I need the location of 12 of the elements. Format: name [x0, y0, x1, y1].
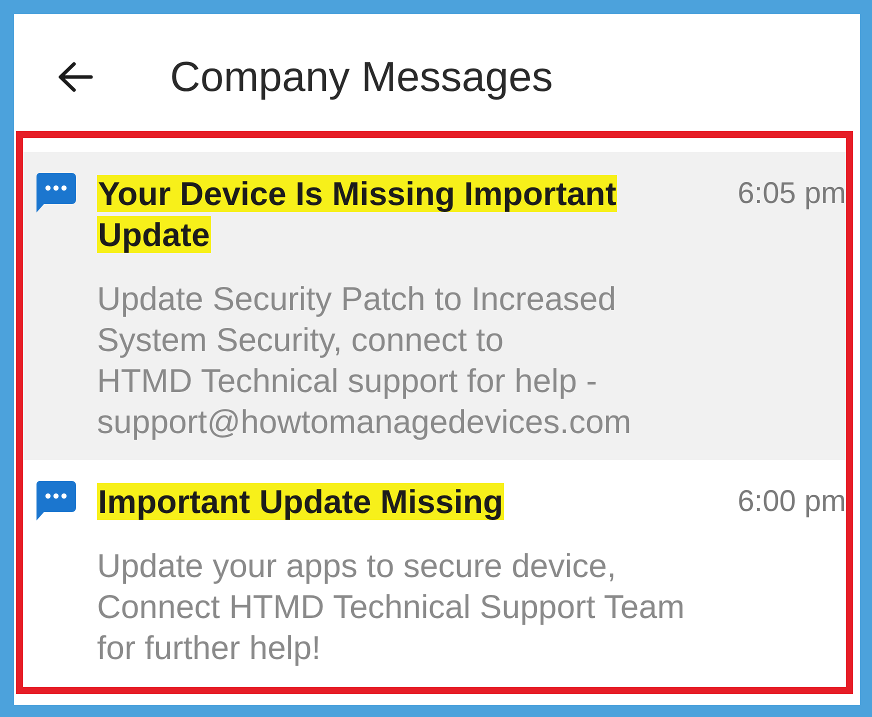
- chat-bubble-icon: [35, 173, 76, 213]
- screen-title: Company Messages: [170, 52, 553, 102]
- message-title: Important Update Missing: [97, 482, 504, 522]
- back-button[interactable]: [57, 60, 93, 92]
- message-body: Update your apps to secure device, Connect HTMD Technical Support Team for further help!: [97, 546, 685, 668]
- message-body: Update Security Patch to Increased System Security, connect to HTMD Technical support for help - support@howtomanagedevices.com: [97, 279, 632, 442]
- back-arrow-icon: [57, 60, 93, 92]
- message-row[interactable]: Your Device Is Missing Important Update 6:05 pm Update Security Patch to Increased System Security, connect to HTMD Technical support for help - support@howtomanagedevices.com: [23, 152, 846, 460]
- message-time: 6:00 pm: [738, 484, 846, 520]
- message-time: 6:05 pm: [738, 176, 846, 212]
- message-title: Your Device Is Missing Important Update: [97, 174, 618, 255]
- chat-bubble-icon: [35, 481, 76, 521]
